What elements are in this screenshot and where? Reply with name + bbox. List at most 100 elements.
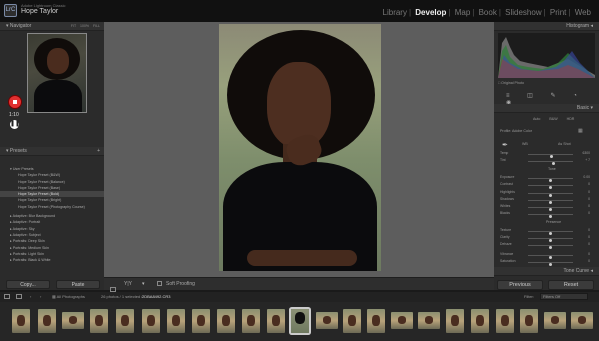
- basic-header[interactable]: Basic ▾: [494, 104, 599, 113]
- film-thumbnail[interactable]: [116, 309, 134, 333]
- module-develop[interactable]: Develop: [415, 8, 446, 17]
- wb-dropdown[interactable]: As Shot: [558, 142, 571, 146]
- wb-label: WB: [522, 142, 528, 146]
- original-photo-label: □ Original Photo: [498, 81, 524, 85]
- navigator-header[interactable]: ▾ Navigator FIT 100% FILL: [0, 22, 104, 31]
- file-name[interactable]: 2DBA8492.CR3: [142, 294, 170, 299]
- film-thumbnail[interactable]: [520, 309, 538, 333]
- whites-slider[interactable]: Whites 0: [500, 204, 590, 211]
- filmstrip-bar: ‹ › ▦ All Photographs 26 photos / 1 sele…: [0, 292, 599, 302]
- top-bar: LrC Adobe Lightroom Classic Hope Taylor …: [0, 0, 599, 22]
- clarity-slider[interactable]: Clarity 0: [500, 235, 590, 242]
- exposure-slider[interactable]: Exposure 0.00: [500, 175, 590, 182]
- film-thumbnail[interactable]: [90, 309, 108, 333]
- main-photo[interactable]: [219, 24, 381, 271]
- treatment-bw[interactable]: B&W: [549, 117, 557, 121]
- copy-button[interactable]: Copy...: [6, 280, 50, 289]
- vibrance-slider[interactable]: Vibrance 0: [500, 252, 590, 259]
- toolbar: Y|Y ▾ Soft Proofing: [104, 277, 494, 293]
- presets-header[interactable]: ▾ Presets +: [0, 147, 104, 156]
- pause-icon[interactable]: ❚❚: [10, 120, 20, 129]
- lightroom-logo: LrC: [4, 4, 17, 17]
- left-panel: ▾ Navigator FIT 100% FILL 1:10 ❚❚ ▾ Pres…: [0, 22, 104, 290]
- film-thumbnail[interactable]: [62, 312, 84, 329]
- profile-browser-icon[interactable]: ▦: [578, 128, 583, 134]
- blacks-slider[interactable]: Blacks 0: [500, 211, 590, 218]
- module-slideshow[interactable]: Slideshow: [505, 8, 541, 17]
- film-thumbnail[interactable]: [12, 309, 30, 333]
- paste-button[interactable]: Paste: [56, 280, 100, 289]
- grid-view-icon[interactable]: [4, 294, 13, 300]
- histogram: [498, 33, 595, 78]
- recording-timer: 1:10: [9, 112, 19, 118]
- basic-label: Basic: [576, 105, 590, 111]
- preset-folder[interactable]: ▸ Portraits: Black & White: [0, 257, 104, 263]
- film-thumbnail-selected[interactable]: [291, 309, 309, 333]
- film-thumbnail[interactable]: [343, 309, 361, 333]
- zoom-100[interactable]: 100%: [80, 24, 89, 28]
- forward-arrow-icon[interactable]: ›: [40, 294, 41, 299]
- texture-slider[interactable]: Texture 0: [500, 228, 590, 235]
- module-print[interactable]: Print: [550, 8, 566, 17]
- wb-picker-icon[interactable]: ✒: [502, 141, 508, 149]
- soft-proofing-checkbox[interactable]: [157, 281, 162, 286]
- highlights-slider[interactable]: Highlights 0: [500, 190, 590, 197]
- reset-button[interactable]: Reset: [548, 280, 594, 290]
- dehaze-slider[interactable]: Dehaze 0: [500, 242, 590, 249]
- film-thumbnail[interactable]: [544, 312, 566, 329]
- film-thumbnail[interactable]: [217, 309, 235, 333]
- add-preset-icon[interactable]: +: [97, 147, 100, 156]
- module-picker: Library | Develop | Map | Book | Slideshow | …: [382, 8, 591, 17]
- filter-label: Filter:: [524, 294, 534, 299]
- temp-slider[interactable]: Temp 6300: [500, 151, 590, 158]
- film-thumbnail[interactable]: [316, 312, 338, 329]
- zoom-fit[interactable]: FIT: [71, 24, 76, 28]
- presets-list: ▾ User Presets Hope Taylor Preset (B&W) …: [0, 166, 104, 263]
- tone-label: Tone: [548, 167, 556, 171]
- before-after-icon[interactable]: Y|Y: [124, 281, 132, 287]
- film-thumbnail[interactable]: [267, 309, 285, 333]
- film-thumbnail[interactable]: [471, 309, 489, 333]
- histogram-header[interactable]: Histogram ◂: [494, 22, 599, 31]
- source-path[interactable]: ▦ All Photographs: [52, 294, 85, 299]
- second-window-icon[interactable]: [16, 294, 25, 300]
- film-thumbnail[interactable]: [242, 309, 260, 333]
- film-thumbnail[interactable]: [418, 312, 440, 329]
- film-thumbnail[interactable]: [496, 309, 514, 333]
- film-thumbnail[interactable]: [446, 309, 464, 333]
- filter-dropdown[interactable]: Filters Off: [540, 293, 588, 300]
- navigator-preview[interactable]: [27, 33, 87, 113]
- film-thumbnail[interactable]: [367, 309, 385, 333]
- treatment-auto[interactable]: Auto: [533, 117, 540, 121]
- before-after-dropdown-icon[interactable]: ▾: [142, 281, 145, 287]
- film-thumbnail[interactable]: [142, 309, 160, 333]
- presets-label: Presets: [9, 148, 27, 154]
- module-book[interactable]: Book: [479, 8, 497, 17]
- module-library[interactable]: Library: [383, 8, 407, 17]
- navigator-label: Navigator: [9, 23, 32, 29]
- module-web[interactable]: Web: [575, 8, 591, 17]
- shadows-slider[interactable]: Shadows 0: [500, 197, 590, 204]
- film-thumbnail[interactable]: [38, 309, 56, 333]
- stop-recording-button[interactable]: [9, 96, 21, 108]
- film-thumbnail[interactable]: [167, 309, 185, 333]
- film-thumbnail[interactable]: [391, 312, 413, 329]
- presence-label: Presence: [546, 220, 562, 224]
- filmstrip: [0, 302, 599, 341]
- module-map[interactable]: Map: [455, 8, 471, 17]
- soft-proofing-label: Soft Proofing: [166, 281, 195, 287]
- identity-plate: Hope Taylor: [21, 8, 59, 15]
- photo-count: 26 photos / 1 selected /: [101, 294, 143, 299]
- saturation-slider[interactable]: Saturation 0: [500, 259, 590, 266]
- zoom-fill[interactable]: FILL: [93, 24, 100, 28]
- film-thumbnail[interactable]: [192, 309, 210, 333]
- treatment-hdr[interactable]: HDR: [567, 117, 575, 121]
- film-thumbnail[interactable]: [571, 312, 593, 329]
- tint-slider[interactable]: Tint + 7: [500, 158, 590, 165]
- tone-curve-header[interactable]: Tone Curve ◂: [494, 267, 599, 276]
- profile-row[interactable]: Profile: Adobe Color: [500, 129, 532, 133]
- contrast-slider[interactable]: Contrast 0: [500, 182, 590, 189]
- back-arrow-icon[interactable]: ‹: [30, 294, 31, 299]
- treatment-options: Auto B&W HDR: [533, 117, 593, 121]
- previous-button[interactable]: Previous: [497, 280, 543, 290]
